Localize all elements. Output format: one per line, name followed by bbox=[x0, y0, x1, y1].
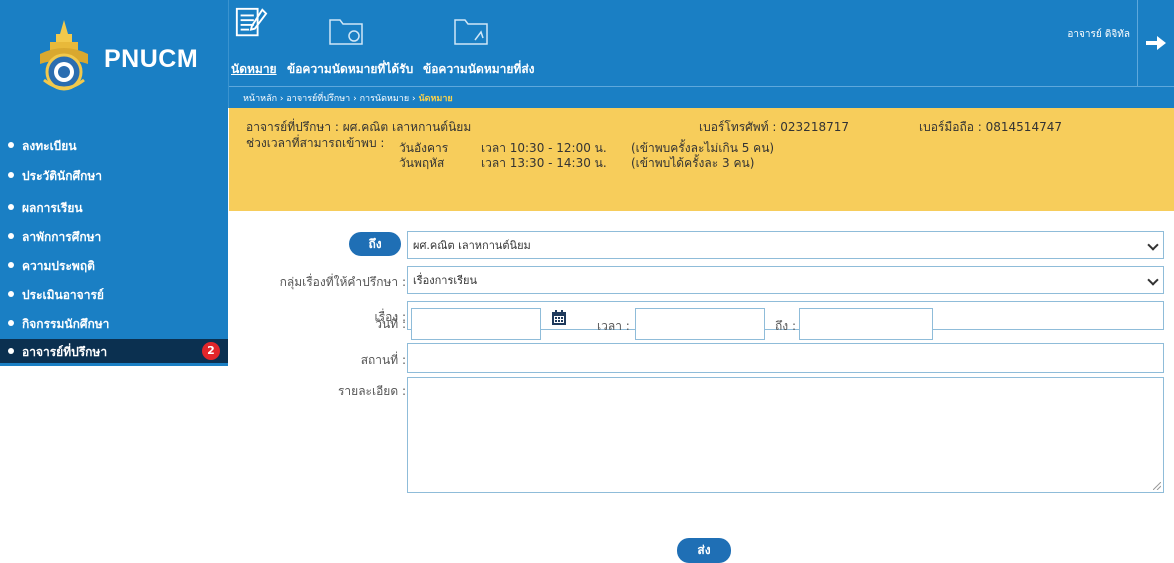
folder-inbox-icon bbox=[329, 19, 363, 45]
breadcrumb-advisor[interactable]: อาจารย์ที่ปรึกษา bbox=[286, 94, 350, 104]
breadcrumb-separator: › bbox=[279, 94, 284, 104]
date-label: วันที่ : bbox=[375, 317, 406, 331]
time-to-input[interactable] bbox=[799, 308, 933, 340]
bullet-icon bbox=[8, 172, 14, 178]
time-label: เวลา : bbox=[597, 319, 630, 333]
tab-received-messages[interactable]: ข้อความนัดหมายที่ได้รับ bbox=[286, 0, 416, 86]
sidebar-item-leave-of-study[interactable]: ลาพักการศึกษา bbox=[0, 224, 228, 248]
tab-sent-messages-label: ข้อความนัดหมายที่ส่ง bbox=[423, 62, 535, 76]
advisor-info-banner: อาจารย์ที่ปรึกษา : ผศ.คณิต เลาหกานต์นิยม… bbox=[229, 108, 1174, 211]
sidebar-item-label: ลงทะเบียน bbox=[22, 139, 77, 153]
breadcrumb: หน้าหลัก › อาจารย์ที่ปรึกษา › การนัดหมาย… bbox=[243, 91, 453, 105]
bullet-icon bbox=[8, 233, 14, 239]
chevron-down-icon bbox=[1147, 274, 1159, 286]
arrow-right-icon bbox=[1146, 36, 1166, 50]
breadcrumb-current: นัดหมาย bbox=[418, 94, 453, 104]
bullet-icon bbox=[8, 348, 14, 354]
sidebar-item-label: ประวัตินักศึกษา bbox=[22, 169, 103, 183]
recipient-select[interactable]: ผศ.คณิต เลาหกานต์นิยม bbox=[407, 231, 1164, 259]
bullet-icon bbox=[8, 204, 14, 210]
calendar-icon[interactable] bbox=[551, 310, 567, 326]
bullet-icon bbox=[8, 291, 14, 297]
folder-sent-icon bbox=[454, 19, 488, 45]
logout-button[interactable] bbox=[1137, 0, 1174, 86]
slot-day: วันพฤหัส bbox=[399, 156, 445, 170]
resize-grip-icon[interactable] bbox=[1153, 482, 1161, 490]
sidebar-item-label: ผลการเรียน bbox=[22, 201, 83, 215]
tab-received-messages-label: ข้อความนัดหมายที่ได้รับ bbox=[287, 62, 414, 76]
until-label: ถึง : bbox=[775, 319, 796, 333]
chevron-down-icon bbox=[1147, 239, 1159, 251]
tab-appointment[interactable]: นัดหมาย bbox=[229, 0, 285, 86]
detail-textarea[interactable] bbox=[407, 377, 1164, 493]
place-label: สถานที่ : bbox=[360, 353, 406, 367]
sidebar-item-student-profile[interactable]: ประวัตินักศึกษา bbox=[0, 163, 228, 187]
breadcrumb-appointments[interactable]: การนัดหมาย bbox=[360, 94, 410, 104]
topic-select[interactable]: เรื่องการเรียน bbox=[407, 266, 1164, 294]
university-emblem-icon bbox=[40, 20, 88, 91]
topic-value: เรื่องการเรียน bbox=[413, 274, 478, 287]
send-button[interactable]: ส่ง bbox=[677, 538, 731, 563]
recipient-value: ผศ.คณิต เลาหกานต์นิยม bbox=[413, 239, 531, 252]
sidebar-item-advisor[interactable]: อาจารย์ที่ปรึกษา 2 bbox=[0, 339, 228, 363]
appointment-form: ถึง ผศ.คณิต เลาหกานต์นิยม กลุ่มเรื่องที่… bbox=[229, 211, 1174, 563]
sidebar-item-registration[interactable]: ลงทะเบียน bbox=[0, 133, 228, 157]
sidebar-item-label: ความประพฤติ bbox=[22, 259, 95, 273]
breadcrumb-separator: › bbox=[411, 94, 416, 104]
sidebar-item-grades[interactable]: ผลการเรียน bbox=[0, 195, 228, 219]
bullet-icon bbox=[8, 142, 14, 148]
time-from-input[interactable] bbox=[635, 308, 765, 340]
sidebar-item-label: อาจารย์ที่ปรึกษา bbox=[22, 345, 108, 359]
to-button[interactable]: ถึง bbox=[349, 232, 401, 256]
office-hours-label: ช่วงเวลาที่สามารถเข้าพบ : bbox=[246, 136, 385, 150]
breadcrumb-bar: หน้าหลัก › อาจารย์ที่ปรึกษา › การนัดหมาย… bbox=[229, 86, 1174, 109]
sidebar-item-label: ลาพักการศึกษา bbox=[22, 230, 102, 244]
brand-area[interactable]: PNUCM bbox=[0, 0, 229, 108]
date-input[interactable] bbox=[411, 308, 541, 340]
brand-name: PNUCM bbox=[104, 45, 199, 73]
breadcrumb-home[interactable]: หน้าหลัก bbox=[243, 94, 277, 104]
sidebar-item-label: กิจกรรมนักศึกษา bbox=[22, 317, 110, 331]
detail-label: รายละเอียด : bbox=[337, 384, 406, 398]
topic-label: กลุ่มเรื่องที่ให้คำปรึกษา : bbox=[279, 275, 406, 289]
sidebar: ลงทะเบียน ประวัตินักศึกษา ผลการเรียน ลาพ… bbox=[0, 108, 228, 366]
notepad-pen-icon bbox=[235, 7, 268, 37]
top-header: PNUCM นัดหมาย ข้อความนัดหมายที่ได้รับ ข้… bbox=[0, 0, 1174, 108]
breadcrumb-separator: › bbox=[353, 94, 357, 104]
bullet-icon bbox=[8, 320, 14, 326]
sidebar-item-label: ประเมินอาจารย์ bbox=[22, 288, 104, 302]
place-input[interactable] bbox=[407, 343, 1164, 373]
sidebar-item-teacher-evaluation[interactable]: ประเมินอาจารย์ bbox=[0, 282, 228, 306]
tab-appointment-label: นัดหมาย bbox=[231, 62, 277, 76]
sidebar-item-student-activities[interactable]: กิจกรรมนักศึกษา bbox=[0, 311, 228, 335]
sidebar-item-conduct[interactable]: ความประพฤติ bbox=[0, 253, 228, 277]
tab-sent-messages[interactable]: ข้อความนัดหมายที่ส่ง bbox=[423, 0, 543, 86]
advisor-phone: เบอร์โทรศัพท์ : 023218717 bbox=[699, 120, 849, 134]
bullet-icon bbox=[8, 262, 14, 268]
notification-badge: 2 bbox=[202, 342, 220, 360]
user-name[interactable]: อาจารย์ ดิจิทัล bbox=[1067, 27, 1130, 42]
slot-time: เวลา 13:30 - 14:30 น. bbox=[481, 156, 607, 170]
advisor-mobile: เบอร์มือถือ : 0814514747 bbox=[919, 120, 1062, 134]
slot-note: (เข้าพบได้ครั้งละ 3 คน) bbox=[631, 156, 755, 170]
